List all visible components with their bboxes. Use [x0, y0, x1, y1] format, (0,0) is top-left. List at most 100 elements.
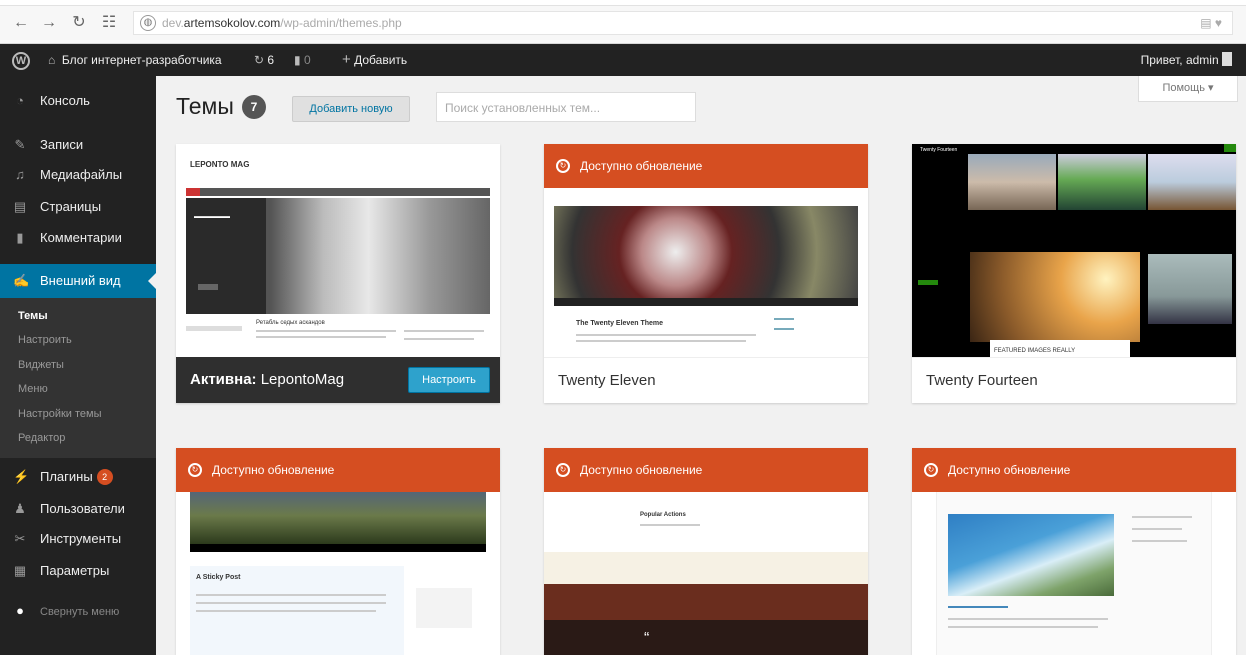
theme-screenshot: LEPONTO MAG ▬▬▬▬▬▬ Ретабль седых аскандо…	[176, 144, 500, 357]
theme-name: Twenty Fourteen	[926, 372, 1038, 389]
url-text: dev.artemsokolov.com/wp-admin/themes.php	[162, 16, 402, 30]
leponto-shot-line	[186, 326, 242, 331]
sidebar-item-users[interactable]: ♟ Пользователи	[0, 492, 156, 526]
sidebar-item-comments[interactable]: ▮ Комментарии	[0, 221, 156, 255]
refresh-icon: ↻	[556, 159, 570, 173]
leponto-shot-line	[256, 336, 386, 338]
fourteen-featured-3	[1148, 154, 1236, 210]
updates-link[interactable]: ↻ 6	[254, 44, 274, 76]
account-link[interactable]: Привет, admin	[1141, 44, 1232, 76]
submenu-themes[interactable]: Темы	[18, 310, 48, 322]
leponto-shot-line	[256, 330, 396, 332]
forward-icon[interactable]: →	[40, 14, 58, 32]
address-bar[interactable]: ◍ dev.artemsokolov.com/wp-admin/themes.p…	[133, 11, 1233, 35]
sidebar-item-dashboard[interactable]: ◔ Консоль	[0, 84, 156, 118]
ten-calendar-widget	[416, 588, 472, 628]
active-label: Активна:	[190, 371, 257, 388]
sidebar-item-settings[interactable]: ▦ Параметры	[0, 554, 156, 588]
theme-screenshot: A Sticky Post	[176, 492, 500, 655]
admin-sidebar: ◔ Консоль ✎ Записи ♫ Медиафайлы ▤ Страницы ▮…	[0, 76, 156, 655]
appearance-icon: ✍	[13, 273, 30, 288]
fourteen-caption-text: FEATURED IMAGES REALLY	[994, 348, 1076, 354]
sidebar-item-appearance[interactable]: ✍ Внешний вид	[0, 264, 156, 298]
sidebar-item-media[interactable]: ♫ Медиафайлы	[0, 158, 156, 192]
eleven-header-image	[554, 206, 858, 298]
theme-card-twenty-ten[interactable]: ↻ Доступно обновление A Sticky Post	[176, 448, 500, 655]
reload-icon[interactable]: ↻	[70, 14, 88, 32]
extensions-icon[interactable]: ▤ ♥	[1200, 16, 1222, 30]
pages-icon: ▤	[13, 199, 27, 214]
wordpress-logo[interactable]: W	[12, 44, 30, 76]
apps-icon[interactable]: ☷	[100, 14, 118, 32]
appearance-submenu: Темы Настроить Виджеты Меню Настройки те…	[0, 298, 156, 458]
comments-link[interactable]: ▮ 0	[294, 44, 311, 76]
fourteen-hero-image	[970, 252, 1140, 342]
update-available-notice[interactable]: ↻ Доступно обновление	[912, 448, 1236, 492]
updates-icon: ↻	[254, 53, 265, 67]
theme-name: LepontoMag	[260, 371, 345, 388]
submenu-menus[interactable]: Меню	[18, 383, 48, 395]
comments-icon: ▮	[16, 230, 24, 245]
site-name-link[interactable]: ⌂ Блог интернет-разработчика	[48, 44, 222, 76]
add-new-theme-button[interactable]: Добавить новую	[292, 96, 410, 122]
eleven-post-title: The Twenty Eleven Theme	[576, 320, 664, 327]
browser-toolbar: ← → ↻ ☷ ◍ dev.artemsokolov.com/wp-admin/…	[0, 0, 1246, 44]
sidebar-item-tools[interactable]: ✂ Инструменты	[0, 522, 156, 556]
leponto-shot-line	[404, 330, 484, 332]
update-available-notice[interactable]: ↻ Доступно обновление	[544, 448, 868, 492]
add-new-link[interactable]: + Добавить	[342, 44, 407, 76]
users-icon: ♟	[14, 501, 26, 516]
ten-post-title: A Sticky Post	[196, 574, 241, 581]
theme-card-twenty-eleven[interactable]: ↻ Доступно обновление The Twenty Eleven T…	[544, 144, 868, 403]
back-icon[interactable]: ←	[12, 14, 30, 32]
plugins-icon: ⚡	[13, 469, 30, 484]
thirteen-shot-line	[948, 626, 1098, 628]
thirteen-shot-line	[1132, 516, 1192, 518]
update-available-notice[interactable]: ↻ Доступно обновление	[176, 448, 500, 492]
submenu-customize[interactable]: Настроить	[18, 334, 72, 346]
sidebar-item-posts[interactable]: ✎ Записи	[0, 128, 156, 162]
theme-card-twenty-thirteen[interactable]: ↻ Доступно обновление	[912, 448, 1236, 655]
theme-card-twenty-fourteen[interactable]: Twenty Fourteen FEATURED IMAGES REALLY T…	[912, 144, 1236, 403]
theme-footer: Twenty Fourteen	[912, 357, 1236, 403]
sidebar-item-pages[interactable]: ▤ Страницы	[0, 190, 156, 224]
fourteen-brand-text: Twenty Fourteen	[920, 147, 958, 153]
comment-icon: ▮	[294, 53, 301, 67]
leponto-post-heading: Ретабль седых аскандов	[256, 320, 325, 326]
dashboard-icon: ◔	[16, 93, 24, 108]
leponto-hero-caption: ▬▬▬▬▬▬	[194, 214, 230, 220]
help-tab-button[interactable]: Помощь ▾	[1138, 76, 1238, 102]
avatar	[1222, 52, 1232, 66]
leponto-nav-strip	[186, 188, 490, 196]
submenu-editor[interactable]: Редактор	[18, 432, 65, 444]
leponto-read-more	[198, 284, 218, 290]
thirteen-shot-line	[1132, 540, 1187, 542]
theme-card-leponto[interactable]: LEPONTO MAG ▬▬▬▬▬▬ Ретабль седых аскандо…	[176, 144, 500, 403]
collapse-icon: ●	[16, 603, 24, 618]
plus-icon: +	[342, 51, 351, 68]
home-icon: ⌂	[48, 53, 56, 67]
collapse-menu-button[interactable]: ● Свернуть меню	[0, 594, 156, 628]
theme-search-input[interactable]: Поиск установленных тем...	[436, 92, 696, 122]
ten-shot-line	[196, 602, 386, 604]
refresh-icon: ↻	[188, 463, 202, 477]
leponto-shot-line	[404, 338, 474, 340]
theme-screenshot: Twenty Fourteen FEATURED IMAGES REALLY	[912, 144, 1236, 357]
submenu-widgets[interactable]: Виджеты	[18, 359, 64, 371]
thirteen-shot-line	[1132, 528, 1182, 530]
fourteen-sidebar-image	[1148, 254, 1232, 324]
page-title: Темы	[176, 93, 234, 119]
sidebar-item-plugins[interactable]: ⚡ Плагины 2	[0, 460, 156, 494]
theme-card-twenty-twelve[interactable]: ↻ Доступно обновление Popular Actions “	[544, 448, 868, 655]
eleven-shot-line	[576, 334, 756, 336]
globe-icon: ◍	[140, 15, 156, 31]
media-icon: ♫	[15, 167, 25, 182]
twelve-shot-line	[640, 524, 700, 526]
submenu-theme-options[interactable]: Настройки темы	[18, 408, 102, 420]
refresh-icon: ↻	[556, 463, 570, 477]
pin-icon: ✎	[14, 137, 26, 152]
eleven-shot-line	[774, 318, 794, 320]
update-available-notice[interactable]: ↻ Доступно обновление	[544, 144, 868, 188]
customize-button[interactable]: Настроить	[408, 367, 490, 393]
quote-icon: “	[644, 630, 650, 647]
